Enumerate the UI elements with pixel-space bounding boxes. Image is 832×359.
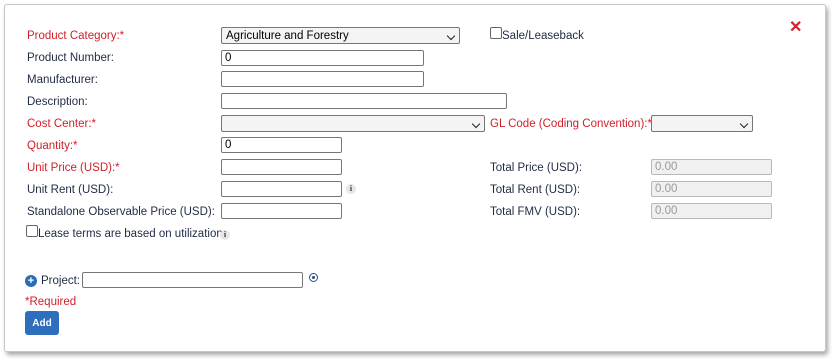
chevron-down-icon <box>739 119 749 129</box>
description-label: Description: <box>27 96 88 108</box>
plus-circle-icon[interactable]: + <box>25 275 37 287</box>
unit-price-input[interactable] <box>221 159 342 175</box>
required-note: *Required <box>25 296 77 308</box>
cost-center-label: Cost Center:* <box>27 118 97 130</box>
description-input[interactable] <box>221 93 507 109</box>
unit-price-label: Unit Price (USD):* <box>27 162 120 174</box>
gl-code-select[interactable] <box>651 115 753 132</box>
manufacturer-label: Manufacturer: <box>27 74 98 86</box>
chevron-down-icon <box>471 119 481 129</box>
sale-leaseback-checkbox[interactable] <box>490 27 502 39</box>
product-number-input[interactable] <box>221 50 424 66</box>
quantity-input[interactable] <box>221 137 342 153</box>
total-price-field <box>651 159 772 175</box>
project-input[interactable] <box>82 272 303 288</box>
total-fmv-label: Total FMV (USD): <box>490 206 581 218</box>
standalone-price-input[interactable] <box>221 203 342 219</box>
manufacturer-input[interactable] <box>221 71 424 87</box>
product-category-select[interactable]: Agriculture and Forestry <box>221 27 460 44</box>
sale-leaseback-label: Sale/Leaseback <box>502 30 584 42</box>
quantity-label: Quantity:* <box>27 140 78 152</box>
add-button[interactable]: Add <box>25 311 59 335</box>
total-rent-label: Total Rent (USD): <box>490 184 581 196</box>
unit-rent-label: Unit Rent (USD): <box>27 184 114 196</box>
total-fmv-field <box>651 203 772 219</box>
cost-center-select[interactable] <box>221 115 485 132</box>
unit-rent-input[interactable] <box>221 181 342 197</box>
lease-terms-checkbox[interactable] <box>26 225 38 237</box>
project-label: Project: <box>41 275 80 287</box>
close-icon[interactable]: ✕ <box>789 20 802 36</box>
standalone-price-label: Standalone Observable Price (USD): <box>27 206 215 218</box>
info-icon[interactable]: i <box>346 184 356 194</box>
total-price-label: Total Price (USD): <box>490 162 583 174</box>
chevron-down-icon <box>446 31 456 41</box>
lease-terms-label: Lease terms are based on utilization <box>38 228 223 240</box>
product-category-label: Product Category:* <box>27 30 125 42</box>
product-number-label: Product Number: <box>27 52 114 64</box>
gl-code-label: GL Code (Coding Convention):* <box>490 118 652 130</box>
target-icon[interactable] <box>309 273 318 282</box>
product-category-value: Agriculture and Forestry <box>226 29 349 42</box>
total-rent-field <box>651 181 772 197</box>
info-icon[interactable]: i <box>220 230 230 240</box>
